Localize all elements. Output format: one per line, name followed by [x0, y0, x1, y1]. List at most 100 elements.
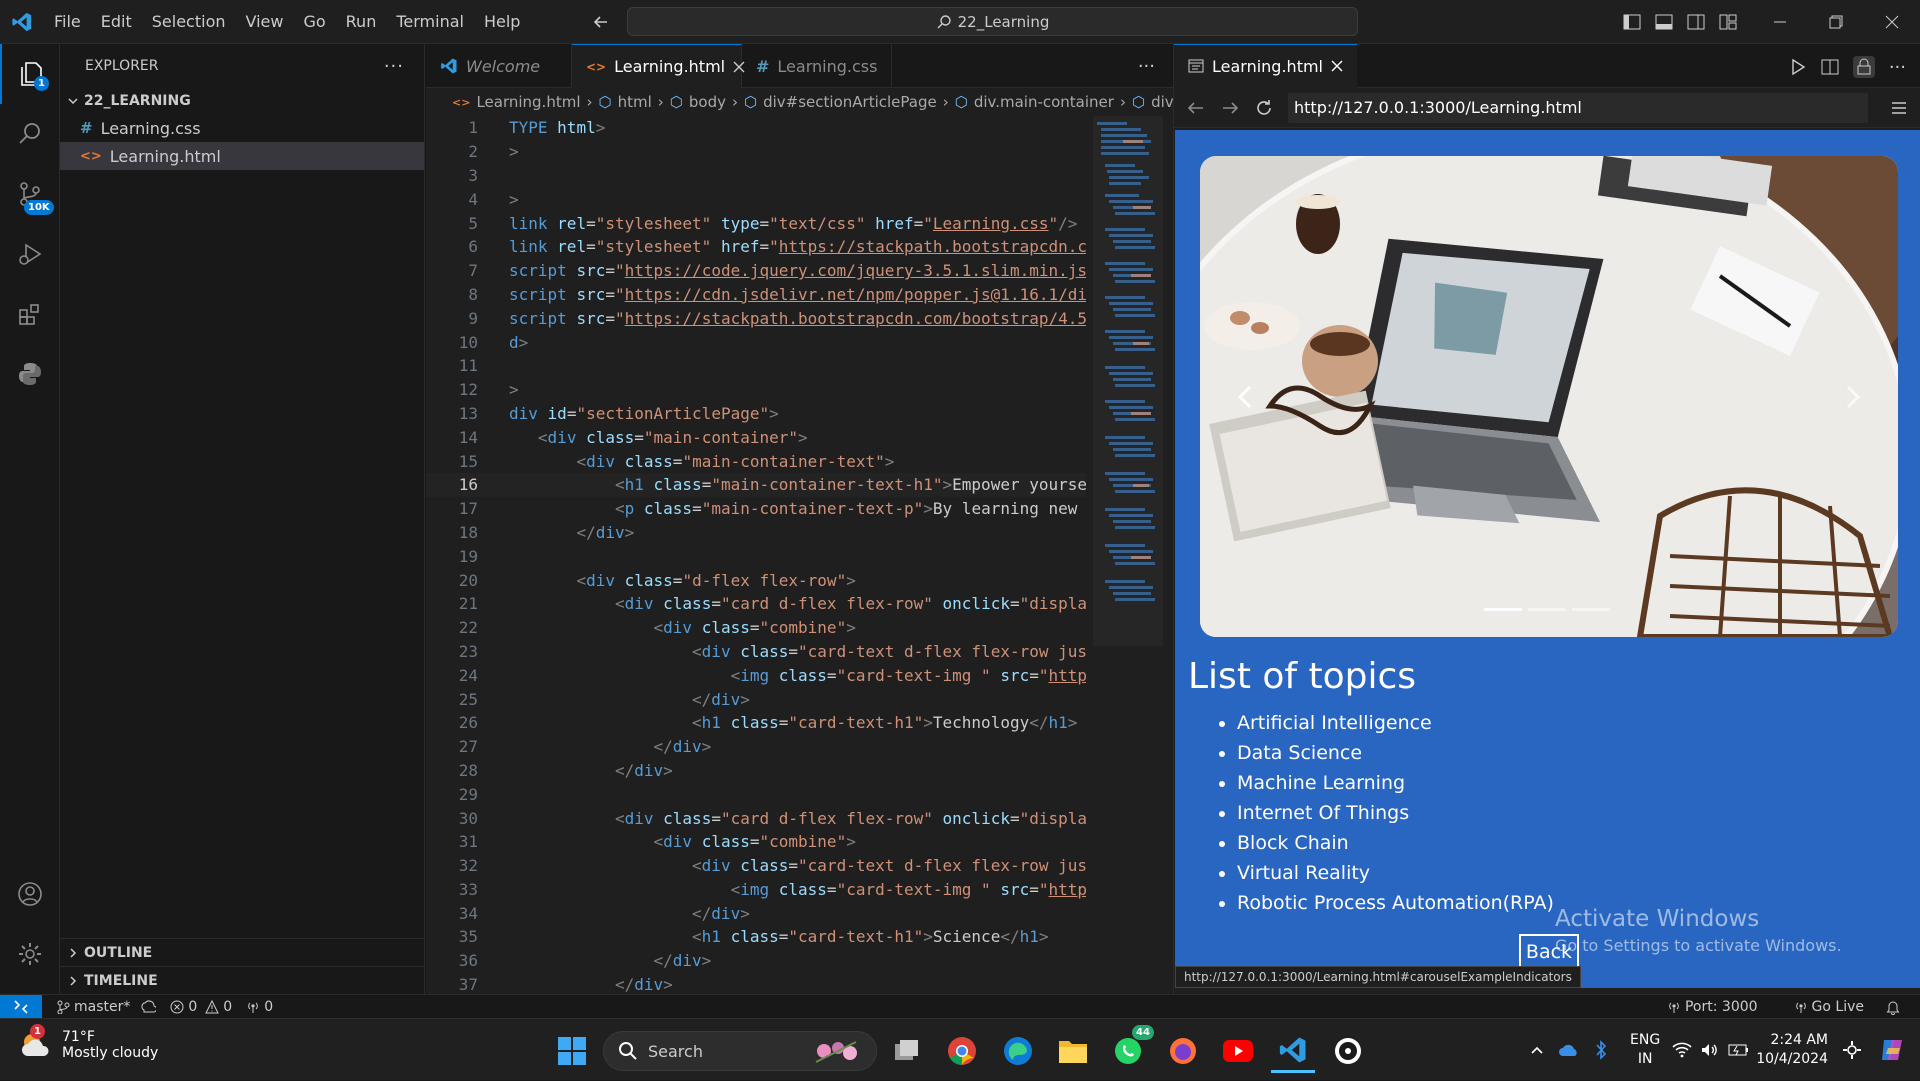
tab-learning-css[interactable]: # Learning.css: [742, 44, 892, 88]
breadcrumb-item[interactable]: Learning.html: [476, 93, 580, 111]
code-area[interactable]: 1 TYPE html> 2 > 3 4 > 5 link rel="styleshee…: [426, 116, 1086, 994]
task-view-icon[interactable]: [885, 1029, 929, 1073]
toggle-secondary-sidebar-icon[interactable]: [1680, 0, 1712, 44]
minimap[interactable]: [1093, 116, 1163, 994]
breadcrumb-item[interactable]: div: [1151, 93, 1173, 111]
menu-help[interactable]: Help: [474, 0, 530, 44]
command-center[interactable]: 22_Learning: [627, 7, 1358, 36]
onedrive-icon[interactable]: [1558, 1042, 1580, 1058]
reload-icon[interactable]: [1254, 98, 1274, 118]
extensions-icon[interactable]: [0, 284, 60, 344]
minimize-icon[interactable]: [1752, 0, 1808, 44]
more-actions-icon[interactable]: ···: [1138, 56, 1155, 77]
run-debug-icon[interactable]: [0, 224, 60, 284]
menu-icon[interactable]: [1890, 100, 1908, 116]
more-actions-icon[interactable]: ···: [384, 56, 404, 77]
menu-file[interactable]: File: [44, 0, 91, 44]
menu-run[interactable]: Run: [336, 0, 387, 44]
browser-forward-icon[interactable]: [1220, 99, 1240, 117]
ports-indicator[interactable]: 0: [246, 999, 273, 1015]
taskbar-search[interactable]: Search: [603, 1031, 877, 1071]
code-line: 8 script src="https://cdn.jsdelivr.net/np…: [468, 284, 1086, 304]
file-explorer-icon[interactable]: [1051, 1029, 1095, 1073]
run-icon[interactable]: [1789, 58, 1807, 76]
file-learning-html[interactable]: <> Learning.html: [60, 142, 424, 170]
url-input[interactable]: http://127.0.0.1:3000/Learning.html: [1288, 92, 1868, 123]
explorer-badge: 1: [34, 76, 49, 91]
whatsapp-icon[interactable]: 44: [1106, 1025, 1154, 1073]
git-branch[interactable]: master*: [56, 999, 157, 1015]
timeline-section[interactable]: TIMELINE: [60, 966, 425, 994]
youtube-icon[interactable]: [1216, 1029, 1260, 1073]
wifi-icon[interactable]: [1672, 1042, 1692, 1058]
sync-icon[interactable]: [140, 1000, 157, 1014]
remote-indicator-icon[interactable]: [0, 994, 42, 1019]
bluetooth-icon[interactable]: [1594, 1040, 1608, 1060]
carousel-next-icon[interactable]: [1844, 384, 1862, 410]
breadcrumb-item[interactable]: html: [618, 93, 652, 111]
carousel-indicator[interactable]: [1528, 608, 1566, 611]
carousel-indicator[interactable]: [1572, 608, 1610, 611]
menu-edit[interactable]: Edit: [91, 0, 142, 44]
close-window-icon[interactable]: [1864, 0, 1920, 44]
vscode-taskbar-icon[interactable]: [1271, 1029, 1315, 1073]
code-line: 7 script src="https://code.jquery.com/jqu…: [468, 261, 1086, 281]
back-arrow-icon[interactable]: [592, 13, 610, 31]
windows-start-icon[interactable]: [550, 1029, 594, 1073]
show-hidden-icons-icon[interactable]: [1530, 1045, 1544, 1055]
code-line: 21 <div class="card d-flex flex-row" onc…: [458, 594, 1086, 614]
weather-widget[interactable]: 1 71°F Mostly cloudy: [20, 1024, 158, 1061]
lock-icon[interactable]: [1852, 56, 1875, 78]
restore-icon[interactable]: [1808, 0, 1864, 44]
settings-gear-icon[interactable]: [0, 924, 60, 984]
carousel-indicators: [1484, 608, 1610, 611]
breadcrumb-item[interactable]: div#sectionArticlePage: [763, 93, 937, 111]
clock[interactable]: 2:24 AM 10/4/2024: [1756, 1031, 1828, 1069]
firefox-icon[interactable]: [1161, 1029, 1205, 1073]
more-actions-icon[interactable]: ···: [1889, 57, 1906, 78]
python-icon[interactable]: [0, 344, 60, 404]
tab-welcome[interactable]: Welcome: [426, 44, 572, 88]
close-tab-icon[interactable]: [1331, 60, 1343, 72]
explorer-icon[interactable]: 1: [0, 44, 60, 104]
source-control-icon[interactable]: 10K: [0, 164, 60, 224]
toggle-panel-icon[interactable]: [1648, 0, 1680, 44]
search-icon: [936, 14, 952, 30]
volume-icon[interactable]: [1700, 1042, 1720, 1058]
warning-count: 0: [223, 998, 233, 1015]
rendered-page: List of topics Artificial Intelligence D…: [1175, 130, 1920, 988]
outline-section[interactable]: OUTLINE: [60, 938, 425, 966]
focus-settings-icon[interactable]: [1842, 1040, 1862, 1060]
customize-layout-icon[interactable]: [1712, 0, 1744, 44]
breadcrumb-item[interactable]: div.main-container: [974, 93, 1114, 111]
tab-learning-html[interactable]: <> Learning.html: [572, 44, 745, 88]
menu-selection[interactable]: Selection: [142, 0, 236, 44]
music-app-icon[interactable]: [1326, 1029, 1370, 1073]
breadcrumb-item[interactable]: body: [689, 93, 726, 111]
account-icon[interactable]: [0, 864, 60, 924]
menu-terminal[interactable]: Terminal: [386, 0, 474, 44]
go-live-button[interactable]: Go Live: [1794, 999, 1864, 1015]
file-learning-css[interactable]: # Learning.css: [60, 114, 424, 142]
edge-icon[interactable]: [996, 1029, 1040, 1073]
toggle-primary-sidebar-icon[interactable]: [1616, 0, 1648, 44]
menu-view[interactable]: View: [236, 0, 294, 44]
menu-go[interactable]: Go: [293, 0, 335, 44]
search-icon[interactable]: [0, 104, 60, 164]
browser-back-icon[interactable]: [1186, 99, 1206, 117]
tab-preview[interactable]: Learning.html: [1174, 43, 1357, 88]
carousel-indicator[interactable]: [1484, 608, 1522, 611]
copilot-icon[interactable]: [1878, 1036, 1906, 1064]
port-indicator[interactable]: Port: 3000: [1667, 999, 1758, 1015]
back-button[interactable]: Back: [1519, 934, 1579, 970]
notifications-bell-icon[interactable]: [1886, 999, 1900, 1015]
chrome-icon[interactable]: [940, 1029, 984, 1073]
vscode-logo-icon: [440, 57, 458, 75]
problems-indicator[interactable]: 0 0: [170, 999, 232, 1015]
language-indicator[interactable]: ENG IN: [1630, 1031, 1660, 1069]
carousel-prev-icon[interactable]: [1236, 384, 1254, 410]
workspace-folder[interactable]: 22_LEARNING: [60, 88, 424, 114]
battery-icon[interactable]: [1728, 1043, 1750, 1057]
split-editor-icon[interactable]: [1821, 58, 1839, 76]
carousel[interactable]: [1200, 156, 1898, 637]
